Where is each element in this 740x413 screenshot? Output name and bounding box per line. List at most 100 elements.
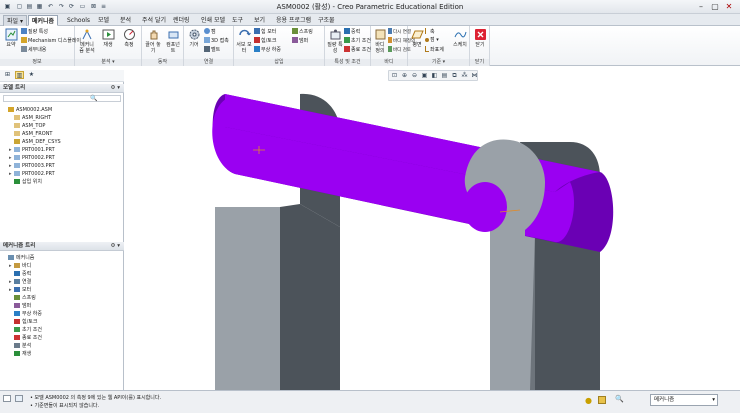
annotation-display-icon[interactable]: ⋈ xyxy=(470,72,479,80)
mech-tree-item[interactable]: 부상 하중 xyxy=(9,310,42,318)
playback-button[interactable]: 재생 xyxy=(99,28,117,48)
mass-props-button[interactable]: 질량 특성 xyxy=(21,28,48,35)
component-icon xyxy=(168,31,178,39)
datum-display-icon[interactable]: ⁂ xyxy=(460,72,469,80)
model-tree-item[interactable]: ▸ PRT0001.PRT xyxy=(9,146,55,154)
tab-render[interactable]: 렌더링 xyxy=(170,15,193,26)
tab-annotate[interactable]: 주석 달기 xyxy=(139,15,169,26)
mech-tree-item[interactable]: 재생 xyxy=(9,350,31,358)
cam-button[interactable]: 캠 xyxy=(204,28,216,35)
tab-schools[interactable]: Schools xyxy=(64,15,93,26)
belt-button[interactable]: 벨트 xyxy=(204,46,220,53)
graphics-window[interactable] xyxy=(125,82,740,390)
bearing-load-button[interactable]: 부상 하중 xyxy=(254,46,281,53)
sketch-button[interactable]: 스케치 xyxy=(452,28,468,48)
mech-tree-item[interactable]: 댐퍼 xyxy=(9,302,31,310)
plane-icon xyxy=(14,131,20,136)
repaint-icon[interactable]: ▣ xyxy=(420,72,429,80)
csys-label: 좌표계 xyxy=(430,47,444,53)
mech-tree-item[interactable]: ▸ 연결 xyxy=(9,278,31,286)
folder-browser-tab-icon[interactable]: ▥ xyxy=(15,71,24,79)
zoom-in-icon[interactable]: ⊕ xyxy=(400,72,409,80)
selection-filter-icon[interactable] xyxy=(598,396,606,404)
termination-condition-button[interactable]: 종료 조건 xyxy=(344,46,371,53)
tree-search-icon[interactable]: 🔍 xyxy=(90,95,97,102)
mech-tree-item[interactable]: 중력 xyxy=(9,270,31,278)
tab-applications[interactable]: 응용 프로그램 xyxy=(273,15,314,26)
tab-file[interactable]: 파일 ▾ xyxy=(3,15,27,26)
model-tree-item[interactable]: ▸ PRT0002.PRT xyxy=(9,154,55,162)
force-torque-button[interactable]: 힘/토크 xyxy=(254,37,277,44)
message-window-icon[interactable] xyxy=(3,395,11,402)
model-tree-item[interactable]: ▸ PRT0002.PRT xyxy=(9,170,55,178)
mech-tree-item[interactable]: 초기 조건 xyxy=(9,326,42,334)
plane-button[interactable]: 평면 xyxy=(410,28,424,48)
filter-select[interactable]: 메커니즘 ▾ xyxy=(650,394,718,406)
mechanism-display-button[interactable]: Mechanism 디스플레이 xyxy=(21,37,81,44)
display-style-icon[interactable]: ◧ xyxy=(430,72,439,80)
zoom-fit-icon[interactable]: ⊡ xyxy=(390,72,399,80)
tab-tools[interactable]: 도구 xyxy=(229,15,246,26)
favorites-tab-icon[interactable]: ★ xyxy=(27,71,36,79)
tree-filter-input[interactable] xyxy=(3,95,121,102)
force-motor-icon xyxy=(254,28,260,34)
navigator-toggle-icon[interactable] xyxy=(15,395,23,402)
initial-condition-button[interactable]: 초기 조건 xyxy=(344,37,371,44)
axis-button[interactable]: 축 xyxy=(425,28,435,35)
details-button[interactable]: 세부내용 xyxy=(21,46,46,53)
mech-tree-item[interactable]: ▸ 바디 xyxy=(9,262,31,270)
spring-button[interactable]: 스프링 xyxy=(292,28,313,35)
model-tree-item[interactable]: ASM_FRONT xyxy=(9,130,53,138)
model-tree-item[interactable]: ASM_TOP xyxy=(9,122,45,130)
measure-button[interactable]: 측정 xyxy=(119,28,139,48)
mech-tree-item[interactable]: 메커니즘 xyxy=(3,254,34,262)
minimize-icon[interactable]: – xyxy=(694,1,708,12)
csys-button[interactable]: 좌표계 xyxy=(425,46,444,53)
mech-tree-item[interactable]: 종료 조건 xyxy=(9,334,42,342)
find-icon[interactable]: 🔍 xyxy=(615,395,624,403)
drag-button[interactable]: 끌어 놓기 xyxy=(145,28,161,54)
hand-drag-icon xyxy=(150,30,157,40)
force-motor-button[interactable]: 힘 모터 xyxy=(254,28,276,35)
close-mechanism-button[interactable]: 닫기 xyxy=(473,28,487,48)
mech-tree-item[interactable]: 스프링 xyxy=(9,294,36,302)
measure-label: 측정 xyxy=(124,42,134,48)
gear-icon xyxy=(189,29,199,40)
tab-mechanism[interactable]: 메커니즘 xyxy=(28,15,59,26)
mass-properties-button[interactable]: 질량 특성 xyxy=(327,28,343,54)
assembly-model-view[interactable] xyxy=(125,82,740,390)
summary-button[interactable]: 요약 xyxy=(2,28,20,48)
model-tree-item[interactable]: ASM_RIGHT xyxy=(9,114,51,122)
view-manager-icon[interactable]: ⧉ xyxy=(450,72,459,80)
mech-tree-item[interactable]: 분석 xyxy=(9,342,31,350)
servo-motor-button[interactable]: 서보 모터 xyxy=(236,28,252,54)
tab-analysis[interactable]: 분석 xyxy=(117,15,134,26)
mech-analysis-button[interactable]: 메커니즘 분석 xyxy=(78,28,96,54)
close-icon[interactable]: ✕ xyxy=(722,1,736,12)
model-tree-item[interactable]: ASM0002.ASM xyxy=(3,106,52,114)
3d-contact-button[interactable]: 3D 접촉 xyxy=(204,37,229,44)
mech-tree-item[interactable]: ▸ 모터 xyxy=(9,286,31,294)
body-define-button[interactable]: 바디 정의 xyxy=(373,28,387,54)
damper-button[interactable]: 댐퍼 xyxy=(292,37,308,44)
mech-tree-item[interactable]: 힘/토크 xyxy=(9,318,38,326)
model-tree-item[interactable]: 삽입 위치 xyxy=(9,178,42,186)
tab-print-model[interactable]: 인쇄 모델 xyxy=(198,15,228,26)
gravity-button[interactable]: 중력 xyxy=(344,28,360,35)
playback-label: 재생 xyxy=(103,42,113,48)
tab-framework[interactable]: 구조물 xyxy=(315,15,338,26)
component-button[interactable]: 컴포넌트 xyxy=(164,28,182,54)
model-tree-title: 모델 트리 xyxy=(3,85,26,91)
model-tree-item[interactable]: ASM_DEF_CSYS xyxy=(9,138,61,146)
maximize-icon[interactable]: ▢ xyxy=(708,1,722,12)
model-tree-tab-icon[interactable]: ⊞ xyxy=(3,71,12,79)
tab-model[interactable]: 모델 xyxy=(95,15,112,26)
saved-views-icon[interactable]: ▤ xyxy=(440,72,449,80)
gear-button[interactable]: 기어 xyxy=(186,28,202,48)
model-tree-item[interactable]: ▸ PRT0003.PRT xyxy=(9,162,55,170)
point-button[interactable]: 점 ▾ xyxy=(425,37,439,44)
zoom-out-icon[interactable]: ⊖ xyxy=(410,72,419,80)
tab-view[interactable]: 보기 xyxy=(251,15,268,26)
mech-tree-settings-icon[interactable]: ⚙ ▾ xyxy=(111,242,120,251)
tree-settings-icon[interactable]: ⚙ ▾ xyxy=(111,84,120,93)
